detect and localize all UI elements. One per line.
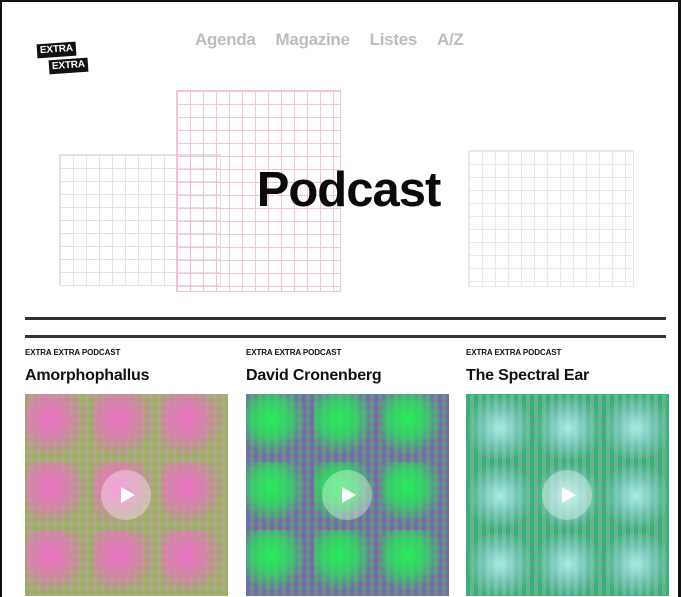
podcast-title[interactable]: Amorphophallus (25, 366, 228, 386)
page-title-wrapper: Podcast (2, 162, 681, 218)
podcast-thumbnail[interactable] (246, 394, 449, 596)
podcast-card-the-spectral-ear[interactable]: EXTRA EXTRA PODCAST The Spectral Ear (466, 348, 669, 596)
logo-line-2: EXTRA (48, 57, 89, 75)
podcast-card-david-cronenberg[interactable]: EXTRA EXTRA PODCAST David Cronenberg (246, 348, 449, 596)
play-icon[interactable] (101, 470, 151, 520)
podcast-kicker: EXTRA EXTRA PODCAST (246, 348, 342, 357)
podcast-kicker: EXTRA EXTRA PODCAST (25, 348, 121, 357)
podcast-kicker: EXTRA EXTRA PODCAST (466, 348, 562, 357)
hero-banner: Podcast (2, 82, 681, 307)
divider-bottom (25, 335, 666, 338)
podcast-thumbnail[interactable] (25, 394, 228, 596)
page-frame: EXTRA EXTRA Agenda Magazine Listes A/Z P… (0, 0, 681, 597)
podcast-card-amorphophallus[interactable]: EXTRA EXTRA PODCAST Amorphophallus (25, 348, 228, 596)
nav-item-magazine[interactable]: Magazine (276, 30, 350, 50)
nav-item-listes[interactable]: Listes (370, 30, 418, 50)
play-icon[interactable] (322, 470, 372, 520)
logo-line-1: EXTRA (36, 41, 77, 59)
page-title: Podcast (256, 163, 442, 217)
nav-item-a-z[interactable]: A/Z (437, 30, 464, 50)
podcast-title[interactable]: David Cronenberg (246, 366, 449, 386)
extra-extra-logo[interactable]: EXTRA EXTRA (35, 39, 93, 81)
podcast-thumbnail[interactable] (466, 394, 669, 596)
divider-top (25, 317, 666, 320)
podcast-title[interactable]: The Spectral Ear (466, 366, 669, 386)
nav-item-agenda[interactable]: Agenda (195, 30, 256, 50)
play-icon[interactable] (542, 470, 592, 520)
main-nav: Agenda Magazine Listes A/Z (195, 30, 464, 50)
